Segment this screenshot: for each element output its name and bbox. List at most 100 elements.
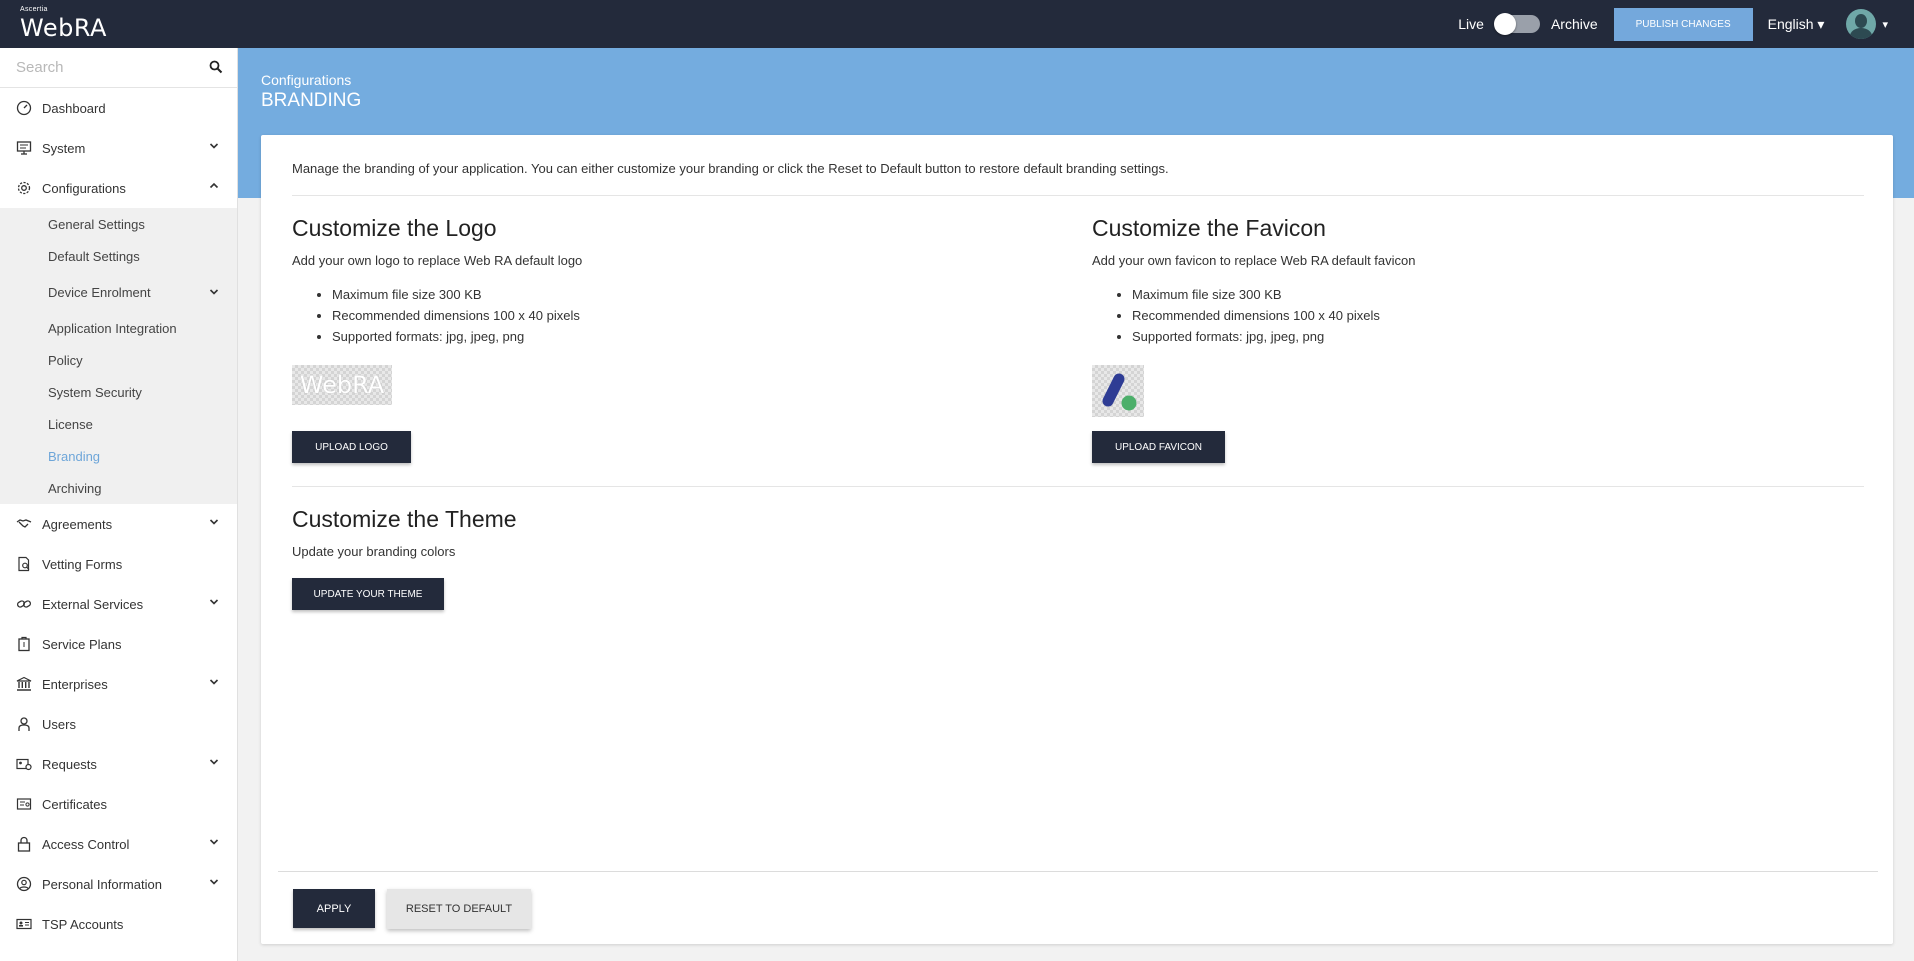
footer-divider bbox=[278, 871, 1878, 872]
vendor-name: Ascertia bbox=[20, 6, 48, 13]
divider bbox=[292, 486, 1864, 487]
chevron-down-icon bbox=[209, 143, 219, 149]
avatar-head-shape bbox=[1855, 14, 1868, 28]
briefcase-icon bbox=[18, 636, 30, 652]
list-item: Maximum file size 300 KB bbox=[332, 284, 992, 305]
divider bbox=[292, 195, 1864, 196]
favicon-logo-icon bbox=[1102, 373, 1137, 411]
sidebar-item-system[interactable]: System bbox=[0, 128, 237, 168]
logo-section-desc: Add your own logo to replace Web RA defa… bbox=[292, 253, 583, 268]
chevron-down-icon bbox=[209, 679, 219, 685]
update-theme-button[interactable]: UPDATE YOUR THEME bbox=[292, 578, 444, 610]
live-label: Live bbox=[1458, 16, 1484, 32]
sidebar-item-label: Enterprises bbox=[42, 676, 108, 692]
theme-section-title: Customize the Theme bbox=[292, 506, 517, 532]
sidebar-item-enterprises[interactable]: Enterprises bbox=[0, 664, 237, 704]
list-item: Recommended dimensions 100 x 40 pixels bbox=[332, 305, 992, 326]
sidebar-item-branding[interactable]: Branding bbox=[0, 440, 237, 472]
list-item: Maximum file size 300 KB bbox=[1132, 284, 1792, 305]
sidebar-item-requests[interactable]: Requests bbox=[0, 744, 237, 784]
sidebar-item-access-control[interactable]: Access Control bbox=[0, 824, 237, 864]
user-icon bbox=[18, 717, 30, 731]
sidebar-item-agreements[interactable]: Agreements bbox=[0, 504, 237, 544]
search-input[interactable] bbox=[0, 48, 237, 87]
logo-section-title: Customize the Logo bbox=[292, 215, 497, 241]
sidebar-item-vetting-forms[interactable]: Vetting Forms bbox=[0, 544, 237, 584]
sidebar-item-application-integration[interactable]: Application Integration bbox=[0, 312, 237, 344]
list-item: Supported formats: jpg, jpeg, png bbox=[332, 326, 992, 347]
theme-section-desc: Update your branding colors bbox=[292, 544, 456, 559]
top-bar: Ascertia WebRA Live Archive PUBLISH CHAN… bbox=[0, 0, 1914, 48]
sidebar-item-label: Access Control bbox=[42, 836, 130, 852]
sidebar-item-system-security[interactable]: System Security bbox=[0, 376, 237, 408]
chevron-down-icon bbox=[209, 289, 219, 295]
favicon-requirements: Maximum file size 300 KB Recommended dim… bbox=[1092, 284, 1792, 347]
favicon-section-title: Customize the Favicon bbox=[1092, 215, 1326, 241]
apply-button[interactable]: APPLY bbox=[293, 889, 375, 928]
sidebar-item-users[interactable]: Users bbox=[0, 704, 237, 744]
upload-favicon-button[interactable]: UPLOAD FAVICON bbox=[1092, 431, 1225, 463]
sidebar-item-service-plans[interactable]: Service Plans bbox=[0, 624, 237, 664]
breadcrumb[interactable]: Configurations bbox=[261, 72, 351, 88]
sidebar-item-label: Personal Information bbox=[42, 876, 162, 892]
logo-section: Customize the Logo Add your own logo to … bbox=[292, 215, 992, 347]
reset-to-default-button[interactable]: RESET TO DEFAULT bbox=[387, 889, 531, 929]
live-archive-toggle[interactable] bbox=[1493, 13, 1540, 35]
sidebar-item-label: Requests bbox=[42, 756, 97, 772]
sidebar-item-external-services[interactable]: External Services bbox=[0, 584, 237, 624]
app-logo[interactable]: Ascertia WebRA bbox=[20, 6, 107, 42]
sidebar-item-label: Configurations bbox=[42, 180, 126, 196]
user-circle-icon bbox=[16, 876, 32, 892]
list-item: Supported formats: jpg, jpeg, png bbox=[1132, 326, 1792, 347]
lock-icon bbox=[17, 836, 31, 852]
chevron-down-icon bbox=[209, 519, 219, 525]
favicon-section-desc: Add your own favicon to replace Web RA d… bbox=[1092, 253, 1416, 268]
sidebar-item-label: System bbox=[42, 140, 86, 156]
logo-requirements: Maximum file size 300 KB Recommended dim… bbox=[292, 284, 992, 347]
configurations-submenu: General Settings Default Settings Device… bbox=[0, 208, 237, 504]
language-selector[interactable]: English ▾ bbox=[1768, 16, 1825, 33]
sidebar-item-default-settings[interactable]: Default Settings bbox=[0, 240, 237, 272]
page-title: BRANDING bbox=[261, 90, 362, 111]
sidebar-item-label: Users bbox=[42, 716, 76, 732]
product-name: WebRA bbox=[20, 14, 107, 42]
branding-card: Manage the branding of your application.… bbox=[261, 135, 1893, 944]
sidebar-item-general-settings[interactable]: General Settings bbox=[0, 208, 237, 240]
sidebar-search bbox=[0, 48, 237, 88]
toggle-knob bbox=[1493, 13, 1516, 35]
upload-logo-button[interactable]: UPLOAD LOGO bbox=[292, 431, 411, 463]
link-icon bbox=[16, 600, 32, 608]
sidebar-item-dashboard[interactable]: Dashboard bbox=[0, 88, 237, 128]
sidebar-item-policy[interactable]: Policy bbox=[0, 344, 237, 376]
monitor-icon bbox=[16, 141, 32, 155]
chevron-up-icon bbox=[209, 182, 219, 189]
intro-text: Manage the branding of your application.… bbox=[292, 161, 1169, 176]
sidebar-item-archiving[interactable]: Archiving bbox=[0, 472, 237, 504]
publish-changes-button[interactable]: PUBLISH CHANGES bbox=[1613, 7, 1753, 41]
sidebar-item-tsp-accounts[interactable]: TSP Accounts bbox=[0, 904, 237, 944]
sidebar-item-device-enrolment[interactable]: Device Enrolment bbox=[0, 272, 237, 312]
logo-preview: WebRA bbox=[292, 365, 392, 405]
sidebar-item-label: Vetting Forms bbox=[42, 556, 123, 572]
handshake-icon bbox=[16, 519, 32, 528]
chevron-down-icon bbox=[209, 599, 219, 605]
search-icon[interactable] bbox=[209, 60, 223, 74]
sidebar-item-label: Dashboard bbox=[42, 100, 106, 116]
archive-label: Archive bbox=[1550, 16, 1598, 32]
sidebar-item-label: Service Plans bbox=[42, 636, 122, 652]
favicon-section: Customize the Favicon Add your own favic… bbox=[1092, 215, 1792, 347]
sidebar: Dashboard System Configurations General … bbox=[0, 48, 238, 961]
sidebar-item-certificates[interactable]: Certificates bbox=[0, 784, 237, 824]
form-search-icon bbox=[18, 556, 30, 572]
sidebar-item-license[interactable]: License bbox=[0, 408, 237, 440]
gear-icon bbox=[17, 181, 31, 195]
theme-section: Customize the Theme Update your branding… bbox=[292, 506, 992, 559]
dashboard-icon bbox=[16, 100, 32, 116]
sidebar-item-personal-information[interactable]: Personal Information bbox=[0, 864, 237, 904]
chevron-down-icon[interactable]: ▾ bbox=[1882, 18, 1888, 31]
avatar[interactable] bbox=[1846, 9, 1877, 39]
certificate-icon bbox=[16, 798, 32, 810]
sidebar-item-configurations[interactable]: Configurations bbox=[0, 168, 237, 208]
id-card-request-icon bbox=[16, 758, 32, 771]
list-item: Recommended dimensions 100 x 40 pixels bbox=[1132, 305, 1792, 326]
